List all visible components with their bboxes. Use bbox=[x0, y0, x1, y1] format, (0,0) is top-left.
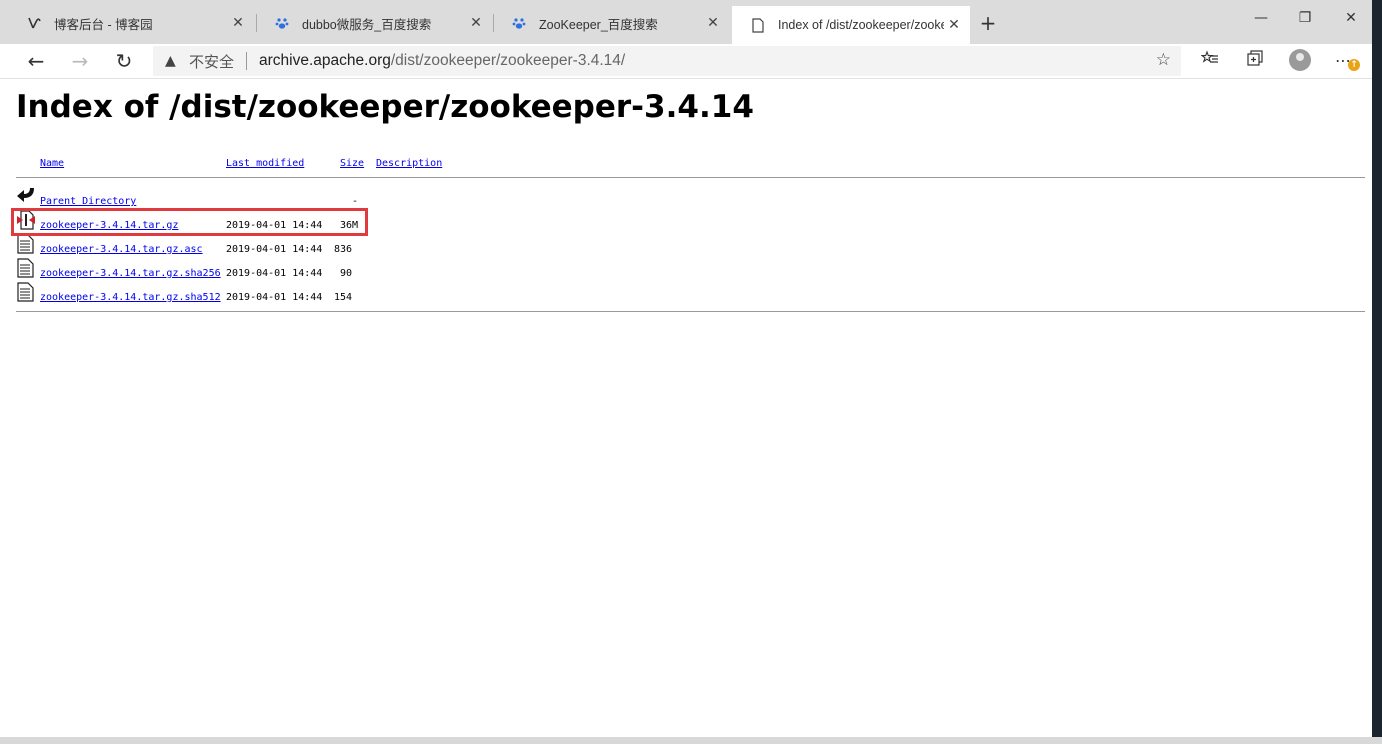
column-header-size[interactable]: Size bbox=[340, 158, 364, 169]
taskbar-strip bbox=[0, 737, 1382, 744]
favorites-list-icon[interactable] bbox=[1199, 50, 1221, 72]
close-tab-icon[interactable]: ✕ bbox=[944, 17, 964, 33]
file-size: 90 bbox=[340, 268, 353, 279]
column-header-name[interactable]: Name bbox=[40, 158, 64, 169]
baidu-paw-icon bbox=[511, 15, 527, 31]
tab-label: dubbo微服务_百度搜索 bbox=[302, 17, 432, 32]
text-file-icon bbox=[16, 282, 36, 302]
parent-size: - bbox=[352, 196, 359, 207]
cnblogs-icon bbox=[26, 15, 42, 31]
address-bar[interactable]: ▲ 不安全 archive.apache.org/dist/zookeeper/… bbox=[153, 46, 1181, 76]
file-link[interactable]: zookeeper-3.4.14.tar.gz.asc bbox=[40, 244, 203, 255]
tab-dubbo[interactable]: dubbo微服务_百度搜索 ✕ bbox=[256, 8, 492, 38]
file-modified: 2019-04-01 14:44 bbox=[226, 292, 323, 303]
file-modified: 2019-04-01 14:44 bbox=[226, 268, 323, 279]
security-label[interactable]: 不安全 bbox=[189, 51, 234, 72]
parent-directory-link[interactable]: Parent Directory bbox=[40, 196, 136, 207]
url-host: archive.apache.org bbox=[259, 52, 391, 69]
warning-icon: ▲ bbox=[165, 53, 176, 69]
column-header-description[interactable]: Description bbox=[376, 158, 442, 169]
text-file-icon bbox=[16, 258, 36, 278]
file-size: 836 bbox=[334, 244, 353, 255]
page-content: Index of /dist/zookeeper/zookeeper-3.4.1… bbox=[0, 79, 1372, 737]
tab-index-zookeeper[interactable]: Index of /dist/zookeeper/zookee ✕ bbox=[732, 6, 970, 44]
close-window-button[interactable]: ✕ bbox=[1337, 10, 1365, 26]
collections-icon[interactable] bbox=[1244, 50, 1266, 72]
forward-button[interactable]: → bbox=[67, 48, 93, 74]
tab-zookeeper-search[interactable]: ZooKeeper_百度搜索 ✕ bbox=[493, 8, 729, 38]
browser-window: 博客后台 - 博客园 ✕ dubbo微服务_百度搜索 ✕ ZooKeeper_百… bbox=[0, 0, 1372, 737]
back-arrow-icon bbox=[16, 186, 36, 206]
address-divider bbox=[246, 52, 248, 70]
profile-avatar[interactable] bbox=[1289, 49, 1311, 71]
favorite-star-icon[interactable]: ☆ bbox=[1156, 50, 1171, 70]
close-tab-icon[interactable]: ✕ bbox=[466, 15, 486, 31]
restore-button[interactable]: ❐ bbox=[1291, 10, 1319, 26]
baidu-paw-icon bbox=[274, 15, 290, 31]
refresh-button[interactable]: ↻ bbox=[111, 48, 137, 74]
header-rule bbox=[16, 177, 1365, 178]
file-link[interactable]: zookeeper-3.4.14.tar.gz.sha256 bbox=[40, 268, 221, 279]
minimize-button[interactable]: — bbox=[1247, 10, 1275, 26]
new-tab-button[interactable]: + bbox=[977, 12, 999, 34]
file-modified: 2019-04-01 14:44 bbox=[226, 244, 323, 255]
url-path: /dist/zookeeper/zookeeper-3.4.14/ bbox=[390, 52, 626, 69]
page-title: Index of /dist/zookeeper/zookeeper-3.4.1… bbox=[16, 89, 754, 125]
tab-strip: 博客后台 - 博客园 ✕ dubbo微服务_百度搜索 ✕ ZooKeeper_百… bbox=[0, 0, 1372, 44]
file-size: 154 bbox=[334, 292, 353, 303]
back-button[interactable]: ← bbox=[23, 48, 49, 74]
column-header-last-modified[interactable]: Last modified bbox=[226, 158, 304, 169]
file-link[interactable]: zookeeper-3.4.14.tar.gz.sha512 bbox=[40, 292, 221, 303]
update-badge-icon: ↑ bbox=[1348, 59, 1360, 71]
tab-label: 博客后台 - 博客园 bbox=[54, 17, 153, 32]
tab-label: Index of /dist/zookeeper/zookee bbox=[778, 18, 944, 32]
tab-cnblogs[interactable]: 博客后台 - 博客园 ✕ bbox=[8, 8, 254, 38]
close-tab-icon[interactable]: ✕ bbox=[703, 15, 723, 31]
footer-rule bbox=[16, 311, 1365, 312]
tab-label: ZooKeeper_百度搜索 bbox=[539, 17, 658, 32]
page-icon bbox=[750, 17, 766, 33]
toolbar: ← → ↻ ▲ 不安全 archive.apache.org/dist/zook… bbox=[0, 44, 1372, 79]
text-file-icon bbox=[16, 234, 36, 254]
close-tab-icon[interactable]: ✕ bbox=[228, 15, 248, 31]
highlight-annotation-box bbox=[11, 208, 368, 236]
url-text[interactable]: archive.apache.org/dist/zookeeper/zookee… bbox=[259, 52, 625, 70]
